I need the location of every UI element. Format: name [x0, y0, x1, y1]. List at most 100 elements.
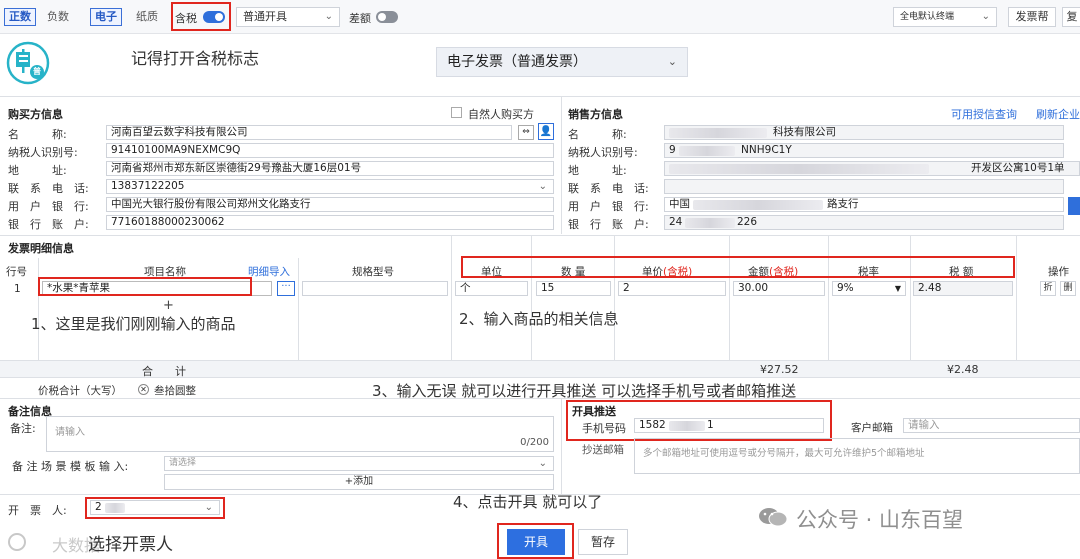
credit-query-link[interactable]: 可用授信查询	[951, 106, 1017, 122]
caret-down-icon: ▼	[894, 284, 901, 293]
seller-name-input: 科技有限公司	[664, 125, 1064, 140]
chevron-down-icon: ⌄	[538, 458, 547, 469]
seller-account-label: 银 行 账 户:	[568, 218, 649, 231]
buyer-phone-value: 13837122205	[111, 180, 185, 192]
natural-person-label: 自然人购买方	[468, 108, 534, 121]
natural-person-checkbox[interactable]	[451, 107, 462, 118]
annotation-box-headers	[461, 256, 1015, 278]
issue-button[interactable]: 开具	[507, 529, 565, 555]
annotation-step1: 1、这里是我们刚刚输入的商品	[31, 315, 236, 333]
seller-account-prefix: 24	[669, 216, 683, 228]
annotation-box-push	[566, 400, 832, 441]
annotation-tax-flag: 记得打开含税标志	[131, 49, 260, 68]
terminal-select[interactable]: 全电默认终端 ⌄	[893, 7, 997, 27]
cc-email-input[interactable]: 多个邮箱地址可使用逗号或分号隔开，最大可允许维护5个邮箱地址	[634, 438, 1080, 474]
tax-rate-select[interactable]: 9% ▼	[832, 281, 906, 296]
cc-email-label: 抄送邮箱	[582, 444, 624, 456]
watermark-right: 公众号 · 山东百望	[796, 508, 964, 532]
redacted-blur	[685, 218, 735, 228]
spec-input[interactable]	[302, 281, 448, 296]
total-label: 合 计	[142, 365, 186, 378]
qty-input[interactable]: 15	[536, 281, 611, 296]
tax-rate-value: 9%	[837, 282, 854, 294]
buyer-address-label: 地 址:	[8, 164, 67, 177]
logo-badge-text: 普	[33, 67, 41, 76]
redacted-blur	[679, 146, 735, 156]
price-input[interactable]: 2	[618, 281, 726, 296]
header-spec: 规格型号	[352, 266, 394, 278]
remarks-counter: 0/200	[520, 437, 549, 448]
divider	[561, 96, 562, 234]
add-row-icon[interactable]: +	[163, 298, 174, 313]
total-amount: ¥27.52	[760, 363, 799, 376]
watermark-logo-icon	[8, 533, 26, 551]
buyer-bank-input[interactable]: 中国光大银行股份有限公司郑州文化路支行	[106, 197, 554, 212]
seller-account-suffix: 226	[737, 216, 758, 228]
buyer-address-input[interactable]: 河南省郑州市郑东新区崇德街29号豫盐大厦16层01号	[106, 161, 554, 176]
annotation-box-tax-toggle	[171, 2, 231, 31]
buyer-phone-input[interactable]: 13837122205 ⌄	[106, 179, 554, 194]
delete-button[interactable]: 删	[1060, 281, 1076, 296]
detail-import-link[interactable]: 明细导入	[248, 264, 290, 279]
e-invoice-logo: 普	[6, 41, 50, 85]
seller-account-input: 24 226	[664, 215, 1064, 230]
seller-section-title: 销售方信息	[568, 108, 623, 121]
redacted-blur	[669, 128, 767, 138]
amount-input[interactable]: 30.00	[733, 281, 825, 296]
discount-button[interactable]: 折	[1040, 281, 1056, 296]
diff-label: 差额	[349, 12, 371, 25]
seller-bank-input[interactable]: 中国 路支行	[664, 197, 1064, 212]
seller-name-value: 科技有限公司	[773, 126, 836, 138]
save-draft-button[interactable]: 暂存	[578, 529, 628, 555]
seller-name-label: 名 称:	[568, 128, 627, 141]
wechat-icon	[758, 506, 788, 528]
close-circle-icon: ✕	[138, 384, 149, 395]
email-label: 客户邮箱	[851, 422, 893, 434]
user-icon[interactable]: 👤	[538, 123, 554, 140]
cc-email-placeholder: 多个邮箱地址可使用逗号或分号隔开，最大可允许维护5个邮箱地址	[643, 448, 925, 459]
chevron-down-icon: ⌄	[667, 55, 677, 68]
buyer-taxid-label: 纳税人识别号:	[8, 146, 78, 159]
invoice-mode-select[interactable]: 普通开具 ⌄	[236, 7, 340, 27]
more-button[interactable]: 复	[1062, 7, 1080, 27]
divider	[0, 96, 1080, 97]
seller-phone-label: 联 系 电 话:	[568, 182, 649, 195]
buyer-account-label: 银 行 账 户:	[8, 218, 89, 231]
annotation-step2: 2、输入商品的相关信息	[459, 310, 619, 328]
tab-zhizhi[interactable]: 纸质	[131, 8, 163, 26]
seller-bank-action[interactable]	[1068, 197, 1080, 215]
more-icon[interactable]: ···	[277, 281, 295, 296]
total-tax: ¥2.48	[947, 363, 979, 376]
template-label: 备 注 场 景 模 板 输 入:	[12, 460, 129, 473]
buyer-name-input[interactable]: 河南百望云数字科技有限公司	[106, 125, 512, 140]
header-ops: 操作	[1048, 266, 1069, 278]
diff-toggle[interactable]	[376, 11, 398, 23]
expand-icon[interactable]: ⇔	[518, 125, 534, 140]
seller-taxid-input: 9 NNH9C1Y	[664, 143, 1064, 158]
seller-bank-prefix: 中国	[669, 198, 690, 210]
detail-section-title: 发票明细信息	[8, 242, 74, 255]
template-select[interactable]: 请选择 ⌄	[164, 456, 554, 471]
buyer-account-input[interactable]: 77160188000230062	[106, 215, 554, 230]
invoice-type-select[interactable]: 电子发票（普通发票） ⌄	[436, 47, 688, 77]
buyer-bank-label: 用 户 银 行:	[8, 200, 89, 213]
seller-bank-suffix: 路支行	[827, 198, 859, 210]
redacted-blur	[669, 164, 929, 174]
remarks-placeholder: 请输入	[55, 427, 85, 438]
redacted-blur	[693, 200, 823, 210]
help-button[interactable]: 发票帮	[1008, 7, 1056, 27]
buyer-taxid-input[interactable]: 91410100MA9NEXMC9Q	[106, 143, 554, 158]
tab-fushu[interactable]: 负数	[42, 8, 74, 26]
add-template-button[interactable]: +添加	[164, 474, 554, 490]
remarks-textarea[interactable]: 请输入 0/200	[46, 416, 554, 452]
annotation-box-issuer	[85, 497, 225, 519]
tab-dianzi[interactable]: 电子	[90, 8, 122, 26]
issuer-label: 开 票 人:	[8, 504, 67, 517]
seller-address-value: 开发区公寓10号1单	[971, 162, 1065, 174]
unit-input[interactable]: 个	[455, 281, 528, 296]
refresh-link[interactable]: 刷新企业	[1036, 106, 1080, 122]
terminal-value: 全电默认终端	[900, 12, 955, 22]
email-input[interactable]: 请输入	[903, 418, 1080, 433]
divider	[0, 235, 1080, 236]
tab-zhengshu[interactable]: 正数	[4, 8, 36, 26]
